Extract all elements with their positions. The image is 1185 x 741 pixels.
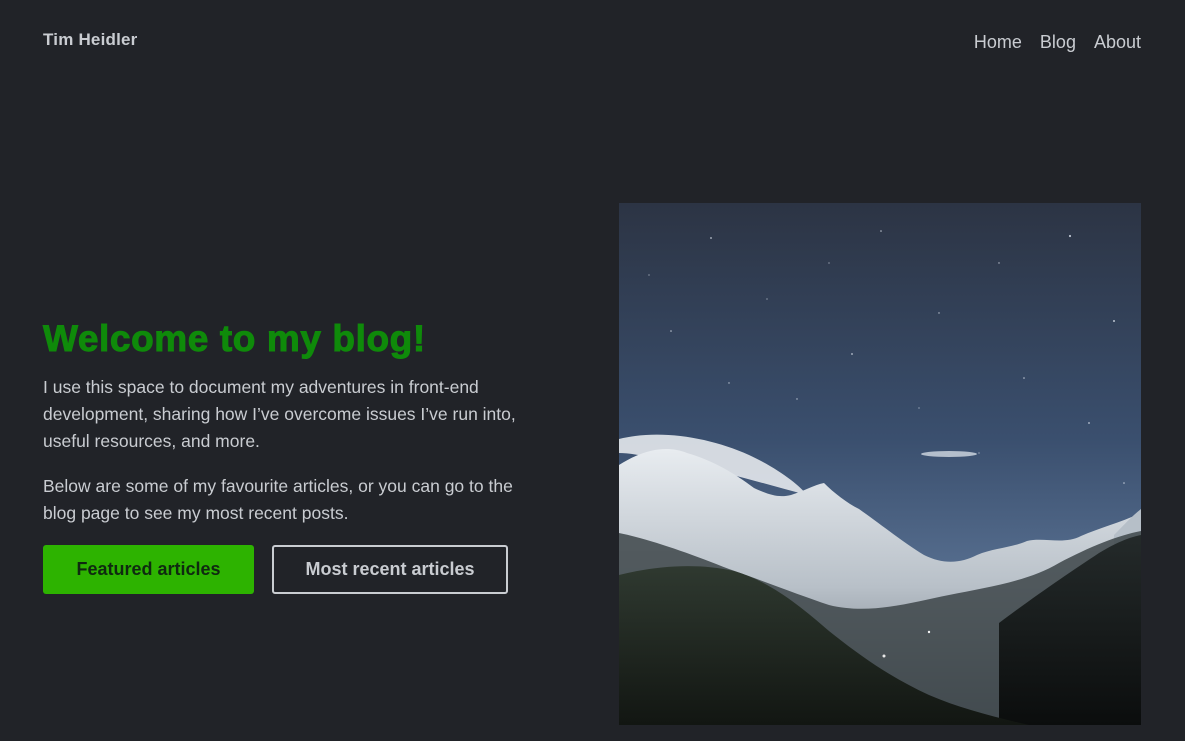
hero-title: Welcome to my blog! [43, 318, 426, 360]
featured-articles-button[interactable]: Featured articles [43, 545, 254, 594]
nav-blog-link[interactable]: Blog [1040, 32, 1076, 53]
nav-about-link[interactable]: About [1094, 32, 1141, 53]
hero-section: Welcome to my blog! I use this space to … [43, 318, 543, 594]
hero-buttons: Featured articles Most recent articles [43, 545, 543, 594]
nav-home-link[interactable]: Home [974, 32, 1022, 53]
site-logo-link[interactable]: Tim Heidler [43, 30, 137, 50]
hero-secondary-text: Below are some of my favourite articles,… [43, 476, 513, 523]
mountain-night-image [619, 203, 1141, 725]
main-nav: Home Blog About [974, 32, 1141, 53]
recent-articles-button[interactable]: Most recent articles [272, 545, 508, 594]
page: Tim Heidler Home Blog About Welcome to m… [0, 0, 1185, 741]
hero-intro-text: I use this space to document my adventur… [43, 377, 516, 451]
